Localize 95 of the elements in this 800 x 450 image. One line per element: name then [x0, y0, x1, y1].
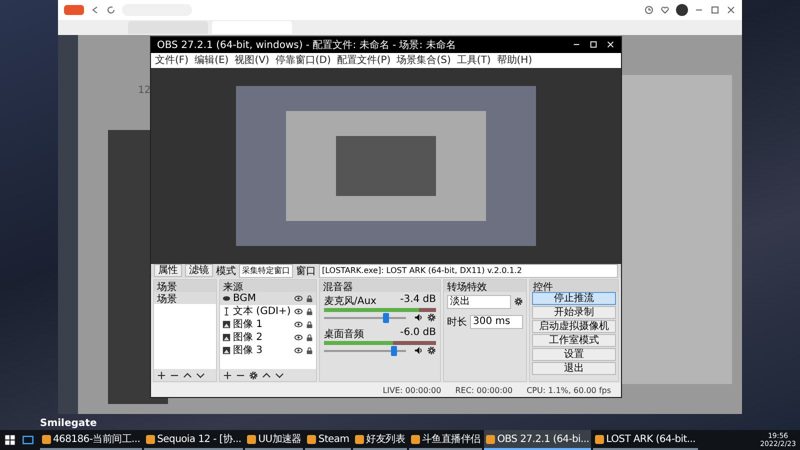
visibility-icon[interactable]: [294, 294, 303, 303]
reload-icon[interactable]: [106, 5, 116, 15]
heart-icon[interactable]: [660, 5, 670, 15]
visibility-icon[interactable]: [294, 306, 303, 316]
scene-item[interactable]: 场景: [154, 292, 216, 304]
settings-icon[interactable]: [427, 313, 436, 322]
control-button[interactable]: 设置: [532, 348, 616, 361]
app-icon: [247, 434, 256, 444]
channel-name: 麦克风/Aux: [324, 294, 376, 308]
speaker-icon[interactable]: [414, 313, 423, 322]
app-icon: [42, 434, 51, 444]
app-icon: [486, 434, 496, 444]
cpu-status: CPU: 1.1%, 60.00 fps: [526, 386, 611, 395]
desktop-brand-text: Smilegate: [40, 418, 97, 429]
lock-icon[interactable]: [305, 306, 314, 316]
channel-name: 桌面音频: [324, 328, 364, 341]
control-button[interactable]: 工作室模式: [532, 334, 616, 347]
windows-logo-icon[interactable]: [4, 434, 16, 446]
menu-item[interactable]: 帮助(H): [496, 53, 532, 68]
down-icon[interactable]: [275, 370, 284, 380]
lock-icon[interactable]: [305, 332, 314, 342]
taskbar-app[interactable]: UU加速器: [245, 430, 304, 450]
app-icon: [595, 434, 604, 444]
volume-slider-thumb[interactable]: [390, 346, 397, 356]
visibility-icon[interactable]: [294, 346, 303, 355]
speaker-icon[interactable]: [414, 346, 423, 356]
taskbar-app[interactable]: 斗鱼直播伴侣: [409, 430, 482, 450]
lock-icon[interactable]: [305, 294, 314, 303]
source-item[interactable]: 图像 2: [233, 330, 292, 344]
window-icon[interactable]: [22, 434, 34, 446]
dock-title: 混音器: [320, 280, 440, 292]
taskbar-app[interactable]: Steam: [305, 430, 352, 450]
source-item[interactable]: 文本 (GDI+): [233, 304, 292, 318]
add-icon[interactable]: [223, 370, 232, 380]
taskbar-app[interactable]: Sequoia 12 - [协...: [144, 430, 244, 450]
settings-icon[interactable]: [249, 370, 258, 380]
visibility-icon[interactable]: [294, 332, 303, 342]
image-icon: [222, 320, 231, 329]
dock-title: 控件: [530, 280, 618, 292]
source-item[interactable]: 图像 3: [233, 343, 292, 358]
down-icon[interactable]: [196, 370, 205, 380]
site-logo-icon: [64, 5, 84, 15]
visibility-icon[interactable]: [294, 320, 303, 329]
back-icon[interactable]: [90, 5, 100, 15]
channel-reading: -3.4 dB: [400, 294, 436, 307]
add-icon[interactable]: [157, 370, 166, 380]
clock-icon[interactable]: [644, 5, 654, 15]
duration-label: 时长: [447, 316, 467, 329]
avatar-icon[interactable]: [676, 4, 688, 16]
lock-icon[interactable]: [305, 320, 314, 329]
dock-title: 转场特效: [444, 280, 526, 292]
dock-title: 场景: [154, 280, 216, 292]
image-icon: [222, 346, 231, 355]
app-icon: [307, 434, 316, 444]
menu-item[interactable]: 编辑(E): [194, 53, 229, 68]
up-icon[interactable]: [262, 370, 271, 380]
window-dropdown[interactable]: [LOSTARK.exe]: LOST ARK (64-bit, DX11) v.2.0.1.2: [319, 264, 618, 278]
control-button[interactable]: 开始录制: [532, 306, 616, 319]
settings-icon[interactable]: [514, 297, 523, 306]
window-title: OBS 27.2.1 (64-bit, windows) - 配置文件: 未命名 - 场景: 未命名: [157, 38, 457, 52]
dock-title: 来源: [220, 280, 316, 292]
menu-item[interactable]: 文件(F): [155, 53, 189, 68]
volume-slider-thumb[interactable]: [382, 312, 388, 323]
transition-dropdown[interactable]: 淡出: [447, 294, 511, 309]
taskbar-app[interactable]: 好友列表: [353, 430, 407, 450]
taskbar-app[interactable]: 468186-当前间工...: [40, 430, 142, 450]
control-button[interactable]: 退出: [532, 362, 616, 375]
duration-field[interactable]: 300 ms: [470, 314, 523, 329]
properties-button[interactable]: 属性: [154, 264, 182, 278]
menu-item[interactable]: 停靠窗口(D): [275, 53, 331, 68]
menu-item[interactable]: 视图(V): [234, 53, 270, 68]
live-status: LIVE: 00:00:00: [382, 386, 442, 395]
app-icon: [411, 434, 420, 444]
menu-item[interactable]: 配置文件(P): [336, 53, 391, 68]
up-icon[interactable]: [183, 370, 192, 380]
control-button[interactable]: 启动虚拟摄像机: [532, 320, 616, 333]
app-icon: [146, 434, 156, 444]
image-icon: [222, 332, 231, 342]
filters-button[interactable]: 滤镜: [185, 264, 213, 278]
menu-item[interactable]: 场景集合(S): [396, 53, 451, 68]
control-button[interactable]: 停止推流: [532, 292, 616, 305]
app-icon: [355, 434, 364, 444]
recording-status: REC: 00:00:00: [455, 386, 513, 395]
window-label: 窗口: [296, 264, 316, 278]
settings-icon[interactable]: [427, 346, 436, 356]
channel-reading: -6.0 dB: [400, 326, 436, 340]
lock-icon[interactable]: [305, 346, 314, 355]
mode-dropdown[interactable]: 采集特定窗口: [239, 264, 293, 278]
taskbar-app[interactable]: LOST ARK (64-bit...: [593, 430, 698, 450]
taskbar-app[interactable]: OBS 27.2.1 (64-bi...: [484, 430, 592, 450]
follower-count: 12: [138, 85, 152, 96]
text-cursor-icon: [222, 306, 231, 316]
menu-item[interactable]: 工具(T): [456, 53, 491, 68]
mode-label: 模式: [216, 264, 236, 278]
source-item[interactable]: 图像 1: [233, 317, 292, 332]
